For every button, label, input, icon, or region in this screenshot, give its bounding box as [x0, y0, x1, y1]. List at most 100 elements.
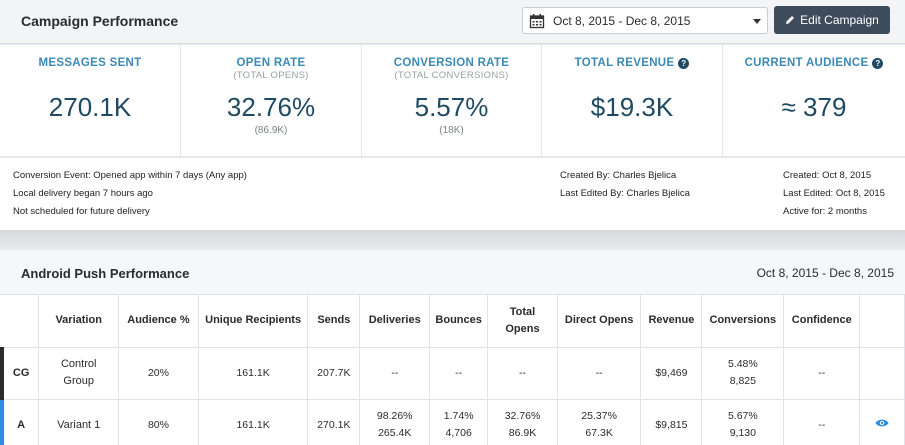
date-range-picker[interactable]: Oct 8, 2015 - Dec 8, 2015: [522, 7, 768, 34]
conversions-count: 9,130: [729, 427, 756, 439]
local-delivery: Local delivery began 7 hours ago: [13, 188, 153, 199]
help-icon[interactable]: ?: [872, 57, 884, 69]
active-for: 2 months: [827, 206, 867, 217]
last-edited-label: Last Edited:: [783, 188, 834, 199]
last-edited-by-label: Last Edited By:: [560, 188, 624, 199]
column-header: Total Opens: [487, 295, 558, 348]
schedule-status: Not scheduled for future delivery: [13, 206, 150, 217]
audience-cell: 80%: [118, 399, 199, 445]
deliveries-count: 265.4K: [378, 427, 412, 439]
column-header: Unique Recipients: [198, 295, 309, 348]
stat-label: OPEN RATE: [236, 57, 306, 69]
total-opens-count: 86.9K: [508, 427, 537, 439]
help-icon[interactable]: ?: [678, 57, 690, 69]
table-header-row: Variation Audience % Unique Recipients S…: [2, 295, 905, 348]
variation-name: Control Group: [38, 347, 120, 400]
total-opens-cell: --: [487, 347, 558, 400]
variation-name: Variant 1: [38, 399, 120, 445]
stat-value: $19.3K: [590, 92, 674, 122]
stat-current-audience: CURRENT AUDIENCE? ≈ 379: [723, 45, 905, 157]
bounces-count: 4,706: [445, 427, 472, 439]
created-by: Charles Bjelica: [612, 170, 677, 181]
author-info: Created By: Charles Bjelica Last Edited …: [560, 170, 690, 206]
revenue-cell: $9,815: [640, 399, 703, 445]
bounces-rate: 1.74%: [443, 410, 474, 422]
variation-id: A: [0, 399, 40, 445]
section-divider: [0, 230, 905, 250]
total-opens-rate: --: [519, 366, 526, 379]
deliveries-rate: 98.26%: [376, 410, 413, 422]
column-header: [2, 295, 40, 348]
stat-label: CONVERSION RATE: [393, 57, 510, 69]
stat-messages-sent: MESSAGES SENT 270.1K: [0, 45, 181, 157]
section-title: Android Push Performance: [21, 266, 190, 281]
stat-value: 32.76%: [226, 92, 316, 122]
direct-opens-rate: 25.37%: [581, 410, 617, 422]
bounces-cell: --: [429, 347, 489, 400]
stat-conversion-rate: CONVERSION RATE (TOTAL CONVERSIONS) 5.57…: [362, 45, 542, 157]
variation-table: Variation Audience % Unique Recipients S…: [0, 295, 905, 445]
created-by-label: Created By:: [560, 170, 611, 181]
deliveries-rate: --: [391, 366, 399, 379]
date-info: Created: Oct 8, 2015 Last Edited: Oct 8,…: [783, 170, 885, 224]
date-range-text: Oct 8, 2015 - Dec 8, 2015: [553, 14, 691, 28]
bounces-rate: --: [455, 366, 463, 379]
bounces-cell: 1.74% 4,706: [429, 399, 489, 445]
stat-label: MESSAGES SENT: [38, 57, 142, 69]
stat-total-revenue: TOTAL REVENUE? $19.3K: [542, 45, 723, 157]
last-edited-by: Charles Bjelica: [626, 188, 690, 199]
table-row: CG Control Group 20% 161.1K 207.7K -- --…: [0, 347, 905, 400]
stat-sublabel: [542, 70, 722, 82]
stat-value: ≈ 379: [781, 92, 847, 122]
actions-cell: [859, 347, 905, 400]
active-for-label: Active for:: [783, 206, 826, 217]
delivery-info: Conversion Event: Opened app within 7 da…: [13, 170, 247, 224]
direct-opens-count: 67.3K: [585, 427, 613, 439]
calendar-icon: [529, 14, 545, 29]
confidence-cell: --: [783, 399, 861, 445]
conversions-rate: 5.48%: [727, 358, 758, 370]
variation-id: CG: [0, 347, 40, 400]
edit-campaign-button[interactable]: Edit Campaign: [774, 6, 890, 34]
conversions-rate: 5.67%: [727, 410, 758, 422]
stat-label: CURRENT AUDIENCE: [744, 57, 869, 69]
direct-opens-rate: --: [595, 366, 603, 379]
campaign-meta: Conversion Event: Opened app within 7 da…: [0, 158, 905, 230]
stat-subvalue: (18K): [439, 125, 464, 136]
view-variant-button[interactable]: [859, 399, 905, 445]
stat-label: TOTAL REVENUE: [574, 57, 675, 69]
deliveries-cell: 98.26% 265.4K: [359, 399, 431, 445]
eye-icon: [875, 419, 889, 426]
stat-subvalue: (86.9K): [254, 125, 288, 136]
column-header: Direct Opens: [557, 295, 642, 348]
conversions-cell: 5.67% 9,130: [701, 399, 785, 445]
revenue-cell: $9,469: [640, 347, 703, 400]
edit-campaign-label: Edit Campaign: [800, 13, 879, 27]
total-opens-cell: 32.76% 86.9K: [487, 399, 558, 445]
column-header: Variation: [38, 295, 120, 348]
stat-value: 270.1K: [48, 92, 132, 122]
stat-sublabel: (TOTAL OPENS): [233, 70, 309, 81]
column-header: Audience %: [118, 295, 199, 348]
android-push-section: Android Push Performance Oct 8, 2015 - D…: [0, 250, 905, 445]
stat-open-rate: OPEN RATE (TOTAL OPENS) 32.76% (86.9K): [181, 45, 362, 157]
sends-cell: 207.7K: [307, 347, 361, 400]
unique-recipients-cell: 161.1K: [198, 347, 309, 400]
android-header: Android Push Performance Oct 8, 2015 - D…: [0, 250, 905, 295]
stat-sublabel: [0, 70, 180, 82]
sends-cell: 270.1K: [307, 399, 361, 445]
total-opens-rate: 32.76%: [504, 410, 541, 422]
created-label: Created:: [783, 170, 820, 181]
conversions-cell: 5.48% 8,825: [701, 347, 785, 400]
column-header: [859, 295, 905, 348]
table-row: A Variant 1 80% 161.1K 270.1K 98.26% 265.…: [0, 399, 905, 445]
column-header: Conversions: [701, 295, 785, 348]
column-header: Sends: [307, 295, 361, 348]
stat-sublabel: (TOTAL CONVERSIONS): [394, 70, 509, 81]
direct-opens-cell: 25.37% 67.3K: [557, 399, 642, 445]
conversion-event: Conversion Event: Opened app within 7 da…: [13, 170, 247, 181]
stat-sublabel: [723, 70, 905, 82]
stats-panel: MESSAGES SENT 270.1K OPEN RATE (TOTAL OP…: [0, 45, 905, 157]
column-header: Revenue: [640, 295, 703, 348]
deliveries-cell: --: [359, 347, 431, 400]
